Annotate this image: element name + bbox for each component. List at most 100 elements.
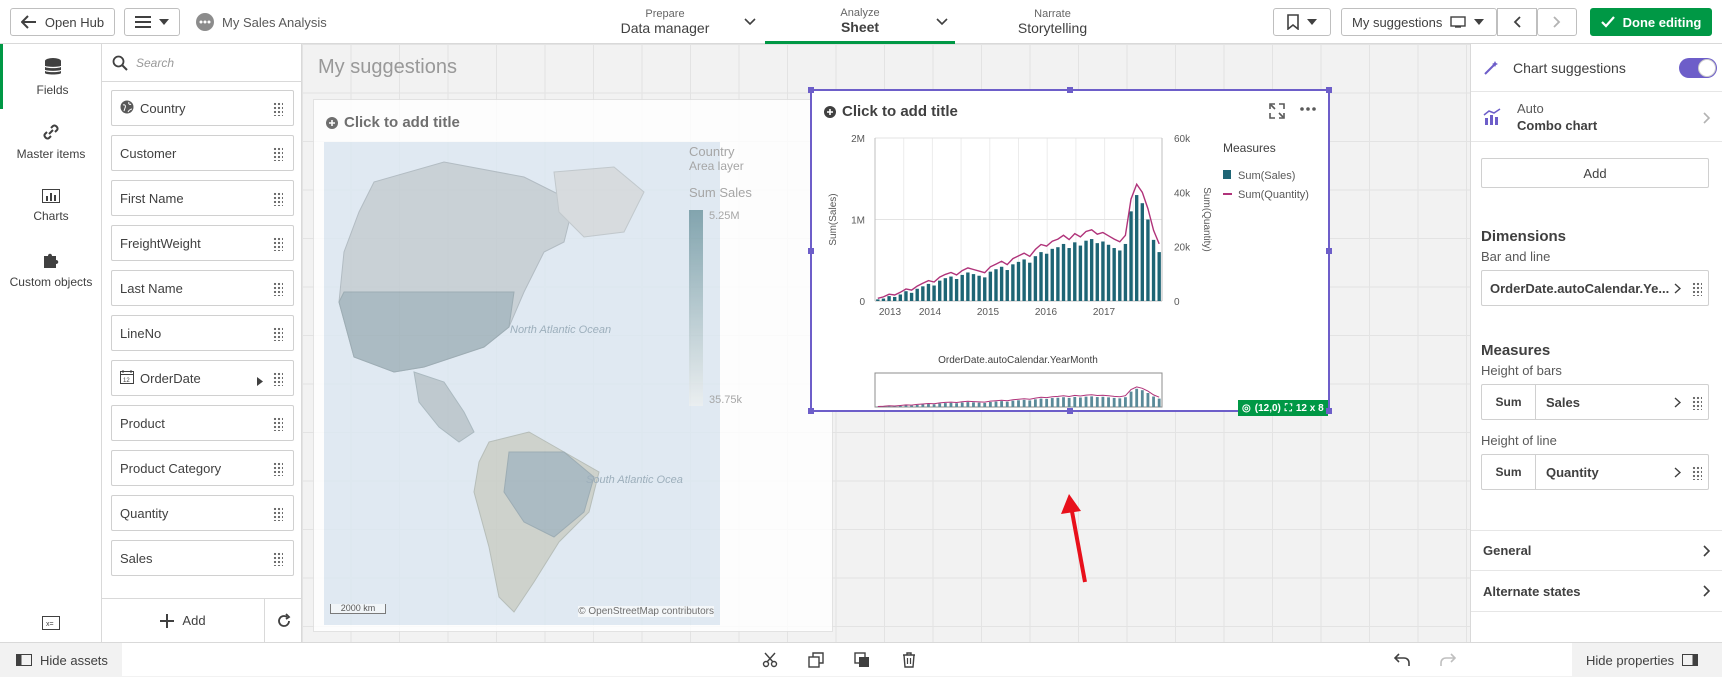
field-item[interactable]: LineNo	[111, 315, 294, 351]
resize-handle-top-right[interactable]	[1326, 87, 1332, 93]
alternate-states-section[interactable]: Alternate states	[1471, 571, 1722, 612]
previous-sheet-button[interactable]	[1497, 8, 1537, 36]
bar	[944, 278, 947, 301]
paste-icon[interactable]	[854, 652, 870, 668]
drag-handle-icon[interactable]	[1692, 466, 1702, 480]
map-chart[interactable]: Click to add title North Atlantic Ocean …	[313, 99, 833, 632]
tab-analyze[interactable]: Analyze Sheet	[765, 0, 955, 44]
reload-button[interactable]	[264, 598, 302, 642]
field-search[interactable]: Search	[102, 44, 302, 82]
field-item[interactable]: Country	[111, 90, 294, 126]
copy-icon[interactable]	[808, 652, 824, 668]
open-hub-button[interactable]: Open Hub	[10, 8, 115, 36]
general-section[interactable]: General	[1471, 530, 1722, 571]
drag-handle-icon[interactable]	[273, 147, 283, 161]
variables-icon[interactable]: x=	[42, 616, 60, 630]
resize-handle-right[interactable]	[1326, 248, 1332, 254]
resize-handle-bottom-right[interactable]	[1326, 408, 1332, 414]
expand-arrow-icon[interactable]	[257, 374, 263, 389]
drag-handle-icon[interactable]	[273, 507, 283, 521]
mini-bar	[938, 404, 941, 408]
rail-item-custom-objects[interactable]: Custom objects	[0, 238, 102, 302]
field-item[interactable]: Customer	[111, 135, 294, 171]
field-label: LineNo	[120, 326, 161, 341]
measure-item-quantity[interactable]: Sum Quantity	[1481, 454, 1709, 490]
drag-handle-icon[interactable]	[273, 372, 283, 386]
bar	[1118, 250, 1121, 301]
chart-suggestions-toggle[interactable]	[1679, 58, 1717, 78]
cut-icon[interactable]	[762, 652, 778, 668]
undo-icon[interactable]	[1394, 653, 1410, 667]
resize-handle-left[interactable]	[808, 248, 814, 254]
drag-handle-icon[interactable]	[1692, 396, 1702, 410]
dimension-item[interactable]: OrderDate.autoCalendar.Ye...	[1481, 270, 1709, 306]
map-area[interactable]: North Atlantic Ocean South Atlantic Ocea…	[324, 142, 720, 625]
delete-icon[interactable]	[902, 652, 916, 668]
hide-properties-button[interactable]: Hide properties	[1572, 643, 1722, 677]
map-title[interactable]: Click to add title	[326, 114, 460, 131]
drag-handle-icon[interactable]	[1692, 282, 1702, 296]
sheet-title[interactable]: My suggestions	[318, 56, 457, 79]
field-item[interactable]: 12OrderDate	[111, 360, 294, 396]
auto-label: Auto	[1517, 101, 1544, 116]
drag-handle-icon[interactable]	[273, 237, 283, 251]
combo-chart[interactable]: Click to add title 01M2M020k40k60k201320…	[810, 89, 1330, 412]
map-attribution[interactable]: © OpenStreetMap contributors	[578, 606, 714, 617]
analyze-chevron-icon[interactable]	[936, 18, 948, 26]
add-data-button[interactable]: Add	[102, 598, 264, 642]
sheet-selector-button[interactable]: My suggestions	[1341, 8, 1497, 36]
rail-item-charts[interactable]: Charts	[0, 174, 102, 238]
y-tick-label: 2M	[851, 134, 865, 145]
open-hub-label: Open Hub	[45, 15, 104, 30]
plus-icon	[160, 614, 174, 628]
aggregation-button[interactable]: Sum	[1482, 455, 1536, 489]
global-menu-button[interactable]	[124, 8, 180, 36]
prepare-chevron-icon[interactable]	[744, 18, 756, 26]
drag-handle-icon[interactable]	[273, 327, 283, 341]
field-item[interactable]: First Name	[111, 180, 294, 216]
drag-handle-icon[interactable]	[273, 192, 283, 206]
rail-item-fields[interactable]: Fields	[0, 44, 102, 109]
tab-prepare[interactable]: Prepare Data manager	[600, 0, 730, 44]
chevron-right-icon	[1553, 16, 1561, 28]
resize-handle-bottom[interactable]	[1067, 408, 1073, 414]
chart-type-row[interactable]: Auto Combo chart	[1471, 92, 1722, 142]
app-name[interactable]: My Sales Analysis	[196, 13, 327, 31]
drag-handle-icon[interactable]	[273, 462, 283, 476]
resize-handle-top[interactable]	[1067, 87, 1073, 93]
redo-icon[interactable]	[1440, 653, 1456, 667]
mini-bar	[966, 402, 969, 407]
bar	[1017, 262, 1020, 301]
done-editing-button[interactable]: Done editing	[1590, 8, 1712, 36]
drag-handle-icon[interactable]	[273, 417, 283, 431]
rail-item-master-items[interactable]: Master items	[0, 110, 102, 174]
drag-handle-icon[interactable]	[273, 282, 283, 296]
drag-handle-icon[interactable]	[273, 552, 283, 566]
field-item[interactable]: Product Category	[111, 450, 294, 486]
drag-handle-icon[interactable]	[273, 102, 283, 116]
bookmark-button[interactable]	[1273, 8, 1331, 36]
mini-bar	[1068, 398, 1071, 407]
field-item[interactable]: Last Name	[111, 270, 294, 306]
hide-assets-button[interactable]: Hide assets	[0, 643, 122, 677]
tab-narrate[interactable]: Narrate Storytelling	[990, 0, 1115, 44]
legend-min: 35.75k	[709, 394, 742, 406]
mini-bar	[1062, 397, 1065, 407]
aggregation-button[interactable]: Sum	[1482, 385, 1536, 419]
bar	[1124, 244, 1127, 301]
measure-item-sales[interactable]: Sum Sales	[1481, 384, 1709, 420]
field-item[interactable]: Quantity	[111, 495, 294, 531]
resize-handle-bottom-left[interactable]	[808, 408, 814, 414]
mini-bar	[1017, 400, 1020, 407]
field-item[interactable]: Sales	[111, 540, 294, 576]
add-chart-button[interactable]: Add	[1481, 158, 1709, 188]
field-item[interactable]: FreightWeight	[111, 225, 294, 261]
resize-handle-top-left[interactable]	[808, 87, 814, 93]
rail-label-master-items: Master items	[17, 147, 86, 161]
bar	[1157, 252, 1160, 301]
mini-bar	[1135, 389, 1138, 407]
measures-header: Measures	[1481, 342, 1550, 359]
mini-bar	[1096, 397, 1099, 407]
next-sheet-button[interactable]	[1537, 8, 1577, 36]
field-item[interactable]: Product	[111, 405, 294, 441]
